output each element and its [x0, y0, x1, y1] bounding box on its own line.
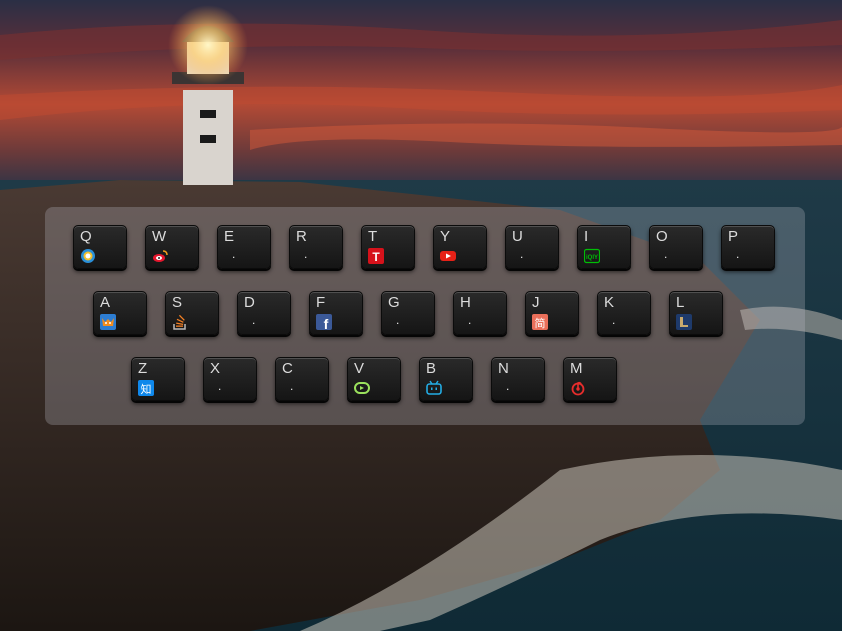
t-red-icon: T	[368, 248, 384, 264]
key-y[interactable]: Y	[433, 225, 487, 269]
key-letter: S	[172, 294, 183, 311]
key-letter: X	[210, 360, 221, 377]
key-x[interactable]: X.	[203, 357, 257, 401]
facebook-icon: f	[316, 314, 332, 332]
key-letter: C	[282, 360, 293, 377]
key-c[interactable]: C.	[275, 357, 329, 401]
empty-slot-dot: .	[232, 247, 236, 261]
key-r[interactable]: R.	[289, 225, 343, 269]
key-letter: G	[388, 294, 400, 311]
key-l[interactable]: L	[669, 291, 723, 335]
key-g[interactable]: G.	[381, 291, 435, 335]
key-q[interactable]: Q	[73, 225, 127, 269]
svg-text:f: f	[324, 316, 329, 330]
key-o[interactable]: O.	[649, 225, 703, 269]
key-letter: Z	[138, 360, 148, 377]
svg-text:T: T	[372, 250, 380, 264]
key-letter: Q	[80, 228, 92, 245]
vplay-icon	[354, 380, 370, 396]
key-letter: P	[728, 228, 739, 245]
shortcut-keyboard-panel: Q W E. R. T T Y U. IiQIY O. P. A S D. Ff G. H. J 简 K. L Z 知 X. C…	[45, 207, 805, 425]
key-i[interactable]: IiQIY	[577, 225, 631, 269]
key-letter: H	[460, 294, 471, 311]
key-letter: E	[224, 228, 235, 245]
key-letter: B	[426, 360, 437, 377]
key-p[interactable]: P.	[721, 225, 775, 269]
empty-slot-dot: .	[506, 379, 510, 393]
key-a[interactable]: A	[93, 291, 147, 335]
key-m[interactable]: M	[563, 357, 617, 401]
fox-icon	[100, 314, 116, 330]
svg-text:知: 知	[141, 382, 152, 396]
key-letter: A	[100, 294, 111, 311]
empty-slot-dot: .	[396, 313, 400, 327]
empty-slot-dot: .	[612, 313, 616, 327]
key-v[interactable]: V	[347, 357, 401, 401]
empty-slot-dot: .	[290, 379, 294, 393]
key-letter: R	[296, 228, 307, 245]
empty-slot-dot: .	[304, 247, 308, 261]
key-letter: L	[676, 294, 685, 311]
svg-text:iQIY: iQIY	[586, 255, 598, 261]
key-letter: K	[604, 294, 615, 311]
key-letter: M	[570, 360, 583, 377]
key-letter: U	[512, 228, 523, 245]
weibo-icon	[152, 248, 168, 264]
key-u[interactable]: U.	[505, 225, 559, 269]
key-d[interactable]: D.	[237, 291, 291, 335]
empty-slot-dot: .	[468, 313, 472, 327]
key-letter: W	[152, 228, 167, 245]
key-letter: N	[498, 360, 509, 377]
bilibili-icon	[426, 380, 442, 396]
netease-music-icon	[570, 380, 586, 396]
key-h[interactable]: H.	[453, 291, 507, 335]
key-letter: F	[316, 294, 326, 311]
svg-text:简: 简	[535, 316, 546, 330]
key-letter: J	[532, 294, 540, 311]
empty-slot-dot: .	[736, 247, 740, 261]
iqiyi-icon: iQIY	[583, 248, 601, 264]
key-w[interactable]: W	[145, 225, 199, 269]
key-t[interactable]: TT	[361, 225, 415, 269]
zhihu-icon: 知	[138, 380, 154, 396]
key-k[interactable]: K.	[597, 291, 651, 335]
key-e[interactable]: E.	[217, 225, 271, 269]
youtube-icon	[440, 248, 456, 264]
empty-slot-dot: .	[218, 379, 222, 393]
stackoverflow-icon	[172, 314, 188, 330]
jianshu-icon: 简	[532, 314, 548, 330]
key-letter: O	[656, 228, 668, 245]
key-letter: D	[244, 294, 255, 311]
empty-slot-dot: .	[520, 247, 524, 261]
empty-slot-dot: .	[252, 313, 256, 327]
key-b[interactable]: B	[419, 357, 473, 401]
key-z[interactable]: Z知	[131, 357, 185, 401]
key-letter: V	[354, 360, 365, 377]
key-letter: Y	[440, 228, 451, 245]
browser-icon	[80, 248, 96, 264]
key-j[interactable]: J简	[525, 291, 579, 335]
key-s[interactable]: S	[165, 291, 219, 335]
key-letter: I	[584, 228, 589, 245]
league-icon	[676, 314, 692, 330]
empty-slot-dot: .	[664, 247, 668, 261]
key-f[interactable]: Ff	[309, 291, 363, 335]
key-letter: T	[368, 228, 378, 245]
key-n[interactable]: N.	[491, 357, 545, 401]
